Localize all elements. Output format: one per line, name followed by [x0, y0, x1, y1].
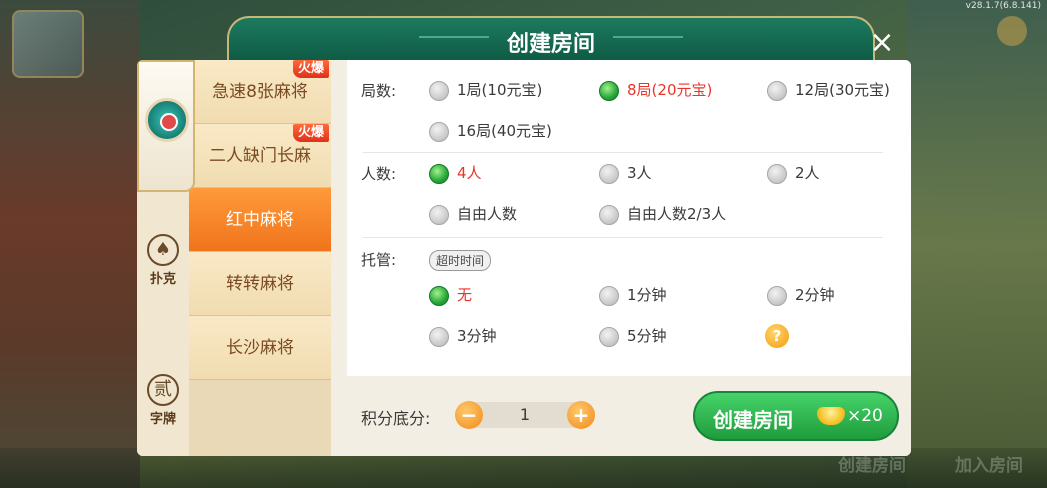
game-item-jisu8[interactable]: 急速8张麻将 火爆 [189, 60, 331, 124]
category-mahjong[interactable] [137, 60, 195, 192]
auto-option-1min[interactable]: 1分钟 [599, 282, 667, 308]
players-option-3[interactable]: 3人 [599, 160, 652, 186]
auto-option-3min[interactable]: 3分钟 [429, 323, 497, 349]
create-room-label: 创建房间 [713, 408, 793, 432]
game-item-erren[interactable]: 二人缺门长麻 火爆 [189, 124, 331, 188]
gold-ingot-icon [817, 407, 845, 425]
players-option-free[interactable]: 自由人数 [429, 201, 517, 227]
radio-icon [599, 163, 619, 184]
players-option-free-2-3[interactable]: 自由人数2/3人 [599, 201, 726, 227]
game-item-changsha[interactable]: 长沙麻将 [189, 316, 331, 380]
create-room-dialog: 创建房间 × ♠ 扑克 贰 字牌 急速8张麻将 火爆 二人缺门长麻 火爆 红中麻… [137, 16, 911, 456]
category-poker[interactable]: ♠ 扑克 [137, 220, 189, 320]
close-icon[interactable]: × [862, 23, 902, 63]
help-icon[interactable]: ? [765, 324, 789, 348]
radio-icon [767, 80, 787, 101]
category-poker-label: 扑克 [149, 272, 176, 287]
bg-join-room-text: 加入房间 [955, 456, 1023, 476]
game-label: 二人缺门长麻 [209, 146, 311, 166]
game-list: 急速8张麻将 火爆 二人缺门长麻 火爆 红中麻将 转转麻将 长沙麻将 [189, 60, 331, 456]
radio-icon [599, 204, 619, 225]
dialog-title-bar: 创建房间 [227, 16, 875, 62]
dialog-title: 创建房间 [506, 32, 595, 57]
dialog-panel: ♠ 扑克 贰 字牌 急速8张麻将 火爆 二人缺门长麻 火爆 红中麻将 转转麻将 [137, 60, 911, 456]
rounds-option-12[interactable]: 12局(30元宝) [767, 77, 890, 103]
category-sidebar: ♠ 扑克 贰 字牌 [137, 60, 195, 456]
auto-option-5min[interactable]: 5分钟 [599, 323, 667, 349]
hot-badge: 火爆 [292, 124, 329, 142]
radio-checked-icon [429, 163, 449, 184]
radio-icon [429, 204, 449, 225]
background-right [907, 0, 1047, 488]
game-label: 急速8张麻将 [212, 82, 308, 102]
mahjong-icon [145, 98, 189, 142]
gear-icon [997, 16, 1027, 46]
radio-icon [599, 326, 619, 347]
spade-icon: ♠ [147, 234, 179, 266]
score-label: 积分底分: [361, 409, 431, 428]
version-label: v28.1.7(6.8.141) [965, 1, 1041, 11]
timeout-tag: 超时时间 [429, 250, 492, 271]
divider [363, 237, 883, 238]
radio-icon [429, 80, 449, 101]
score-value: 1 [519, 405, 531, 424]
create-room-button[interactable]: 创建房间 ×20 [693, 391, 899, 441]
players-option-4[interactable]: 4人 [429, 160, 482, 186]
rounds-option-8[interactable]: 8局(20元宝) [599, 77, 712, 103]
game-label: 长沙麻将 [226, 338, 294, 358]
rounds-option-16[interactable]: 16局(40元宝) [429, 118, 552, 144]
divider [363, 152, 883, 153]
options-area: 局数: 1局(10元宝) 8局(20元宝) 12局(30元宝) 16局(40元宝… [347, 60, 911, 376]
game-item-zhuanzhuan[interactable]: 转转麻将 [189, 252, 331, 316]
rounds-label: 局数: [361, 82, 397, 100]
radio-icon [599, 285, 619, 306]
hot-badge: 火爆 [292, 60, 329, 78]
title-decoration-right [613, 36, 683, 38]
zipai-icon: 贰 [147, 374, 179, 406]
game-label: 转转麻将 [226, 274, 294, 294]
game-item-hongzhong[interactable]: 红中麻将 [189, 188, 331, 252]
players-option-2[interactable]: 2人 [767, 160, 820, 186]
category-zipai-label: 字牌 [149, 412, 176, 427]
radio-icon [429, 326, 449, 347]
radio-icon [429, 121, 449, 142]
create-room-cost: ×20 [847, 406, 883, 426]
radio-checked-icon [599, 80, 619, 101]
players-label: 人数: [361, 165, 397, 183]
minus-button[interactable]: − [455, 401, 483, 429]
radio-checked-icon [429, 285, 449, 306]
plus-button[interactable]: + [567, 401, 595, 429]
auto-option-none[interactable]: 无 [429, 282, 472, 308]
game-label: 红中麻将 [226, 210, 294, 230]
rounds-option-1[interactable]: 1局(10元宝) [429, 77, 542, 103]
radio-icon [767, 285, 787, 306]
auto-option-2min[interactable]: 2分钟 [767, 282, 835, 308]
auto-label: 托管: [361, 251, 397, 269]
category-zipai[interactable]: 贰 字牌 [137, 360, 189, 456]
bottom-controls: 积分底分: − 1 + 创建房间 ×20 [331, 376, 911, 456]
score-stepper: − 1 + [455, 401, 595, 429]
radio-icon [767, 163, 787, 184]
background-avatar [12, 10, 84, 78]
